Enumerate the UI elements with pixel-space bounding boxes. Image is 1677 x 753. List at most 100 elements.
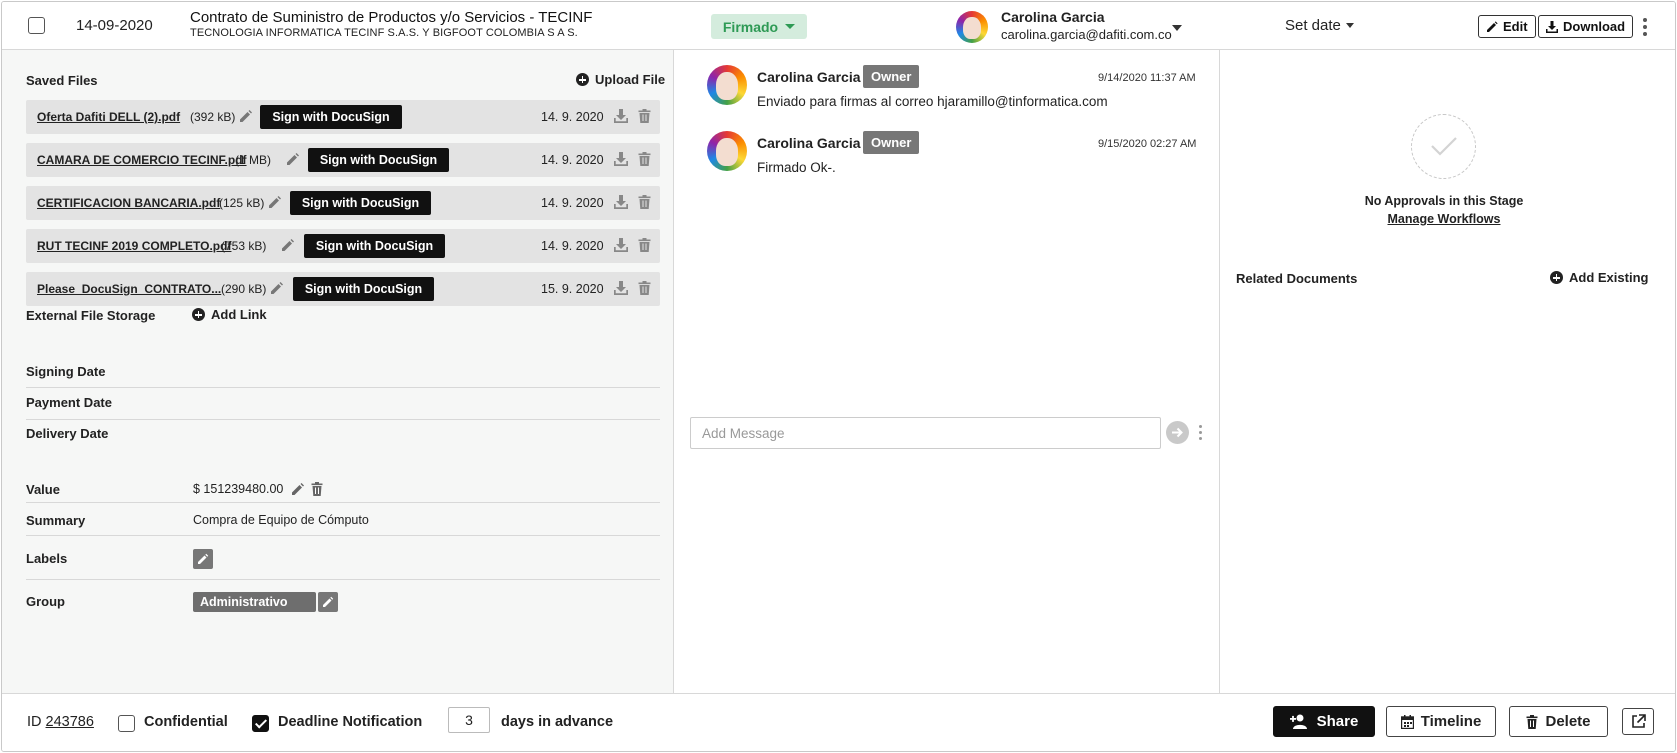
- labels-label: Labels: [26, 551, 68, 566]
- edit-labels-button[interactable]: [193, 549, 213, 569]
- sign-with-docusign-button[interactable]: Sign with DocuSign: [293, 277, 434, 301]
- set-date-dropdown[interactable]: Set date: [1285, 17, 1354, 34]
- send-message-button[interactable]: [1166, 421, 1189, 444]
- file-date: 15. 9. 2020: [541, 282, 604, 296]
- chevron-down-icon: [785, 24, 796, 29]
- message-author: Carolina Garcia: [757, 135, 861, 151]
- file-name-link[interactable]: CAMARA DE COMERCIO TECINF.pdf: [37, 153, 247, 167]
- approval-placeholder-circle: [1411, 114, 1476, 179]
- sign-with-docusign-button[interactable]: Sign with DocuSign: [260, 105, 402, 129]
- external-link-icon: [1631, 714, 1646, 728]
- sign-with-docusign-button[interactable]: Sign with DocuSign: [304, 234, 445, 258]
- trash-icon[interactable]: [638, 109, 651, 123]
- file-date: 14. 9. 2020: [541, 110, 604, 124]
- share-label: Share: [1316, 713, 1359, 730]
- external-storage-label: External File Storage: [26, 308, 156, 323]
- timeline-button[interactable]: Timeline: [1386, 706, 1496, 737]
- deadline-notification-checkbox[interactable]: [252, 715, 269, 732]
- divider: [26, 502, 660, 503]
- avatar: [707, 131, 747, 171]
- document-title[interactable]: Contrato de Suministro de Productos y/o …: [190, 9, 592, 26]
- message-options-icon[interactable]: [1199, 425, 1203, 443]
- group-label: Group: [26, 594, 65, 609]
- arrow-right-icon: [1172, 427, 1183, 438]
- status-dropdown[interactable]: Firmado: [711, 14, 807, 39]
- edit-group-button[interactable]: [318, 592, 338, 612]
- document-detail-panel: 14-09-2020 Contrato de Suministro de Pro…: [1, 1, 1676, 752]
- set-date-label: Set date: [1285, 17, 1341, 34]
- file-date: 14. 9. 2020: [541, 153, 604, 167]
- file-row: Please_DocuSign_CONTRATO... (290 kB) Sign …: [26, 272, 660, 306]
- id-link[interactable]: 243786: [46, 714, 94, 730]
- pencil-icon: [323, 596, 334, 607]
- trash-icon[interactable]: [638, 238, 651, 252]
- message-timestamp: 9/14/2020 11:37 AM: [1098, 72, 1196, 84]
- signing-date-label[interactable]: Signing Date: [26, 364, 105, 379]
- file-name-link[interactable]: Please_DocuSign_CONTRATO...: [37, 282, 221, 296]
- select-checkbox[interactable]: [28, 17, 45, 34]
- calendar-icon: [1400, 714, 1414, 729]
- file-name-link[interactable]: RUT TECINF 2019 COMPLETO.pdf: [37, 239, 231, 253]
- no-approvals-text: No Approvals in this Stage: [1364, 194, 1524, 208]
- rename-pencil-icon[interactable]: [286, 152, 300, 166]
- trash-icon[interactable]: [638, 152, 651, 166]
- trash-icon: [1526, 714, 1538, 729]
- add-link-button[interactable]: Add Link: [192, 307, 267, 322]
- sign-with-docusign-button[interactable]: Sign with DocuSign: [308, 148, 449, 172]
- related-documents-title: Related Documents: [1236, 271, 1358, 286]
- divider: [26, 387, 660, 388]
- message-timestamp: 9/15/2020 02:27 AM: [1098, 138, 1197, 150]
- rename-pencil-icon[interactable]: [239, 109, 253, 123]
- divider: [26, 579, 660, 580]
- file-name-link[interactable]: CERTIFICACION BANCARIA.pdf: [37, 196, 220, 210]
- delete-button[interactable]: Delete: [1509, 706, 1608, 737]
- message-text: Firmado Ok-.: [757, 160, 836, 175]
- download-icon[interactable]: [614, 195, 628, 209]
- role-badge: Owner: [863, 131, 920, 154]
- payment-date-label[interactable]: Payment Date: [26, 395, 112, 410]
- summary-value[interactable]: Compra de Equipo de Cómputo: [193, 513, 369, 527]
- plus-circle-icon: [576, 73, 589, 86]
- edit-button[interactable]: Edit: [1478, 15, 1536, 38]
- owner-chevron-down-icon[interactable]: [1172, 25, 1182, 31]
- download-icon[interactable]: [614, 281, 628, 295]
- confidential-checkbox[interactable]: [118, 715, 135, 732]
- rename-pencil-icon[interactable]: [270, 281, 284, 295]
- download-icon[interactable]: [614, 238, 628, 252]
- delivery-date-label[interactable]: Delivery Date: [26, 426, 108, 441]
- document-header: 14-09-2020 Contrato de Suministro de Pro…: [2, 2, 1675, 50]
- share-button[interactable]: Share: [1273, 706, 1375, 737]
- summary-label: Summary: [26, 513, 86, 528]
- divider: [26, 419, 660, 420]
- more-options-icon[interactable]: [1643, 18, 1647, 39]
- open-external-button[interactable]: [1622, 708, 1654, 735]
- rename-pencil-icon[interactable]: [268, 195, 282, 209]
- upload-file-label: Upload File: [595, 72, 666, 87]
- sign-with-docusign-button[interactable]: Sign with DocuSign: [290, 191, 431, 215]
- rename-pencil-icon[interactable]: [281, 238, 295, 252]
- add-existing-button[interactable]: Add Existing: [1550, 270, 1648, 285]
- download-button[interactable]: Download: [1538, 15, 1634, 38]
- value-label: Value: [26, 482, 60, 497]
- download-icon[interactable]: [614, 152, 628, 166]
- download-icon: [1546, 20, 1558, 33]
- delete-value-trash-icon[interactable]: [311, 482, 323, 496]
- add-existing-label: Add Existing: [1569, 270, 1649, 285]
- file-date: 14. 9. 2020: [541, 196, 604, 210]
- edit-value-pencil-icon[interactable]: [291, 482, 305, 496]
- status-label: Firmado: [722, 18, 779, 35]
- trash-icon[interactable]: [638, 281, 651, 295]
- owner-name: Carolina Garcia: [1001, 9, 1105, 25]
- trash-icon[interactable]: [638, 195, 651, 209]
- timeline-label: Timeline: [1420, 713, 1482, 730]
- download-icon[interactable]: [614, 109, 628, 123]
- message-text: Enviado para firmas al correo hjaramillo…: [757, 94, 1108, 109]
- upload-file-button[interactable]: Upload File: [576, 72, 665, 87]
- add-message-input[interactable]: [690, 417, 1161, 449]
- delete-label: Delete: [1545, 713, 1591, 730]
- file-name-link[interactable]: Oferta Dafiti DELL (2).pdf: [37, 110, 180, 124]
- days-in-advance-input[interactable]: [448, 707, 490, 733]
- saved-files-title: Saved Files: [26, 73, 98, 88]
- footer-bar: ID 243786 Confidential Deadline Notifica…: [2, 693, 1675, 751]
- manage-workflows-link[interactable]: Manage Workflows: [1342, 212, 1546, 226]
